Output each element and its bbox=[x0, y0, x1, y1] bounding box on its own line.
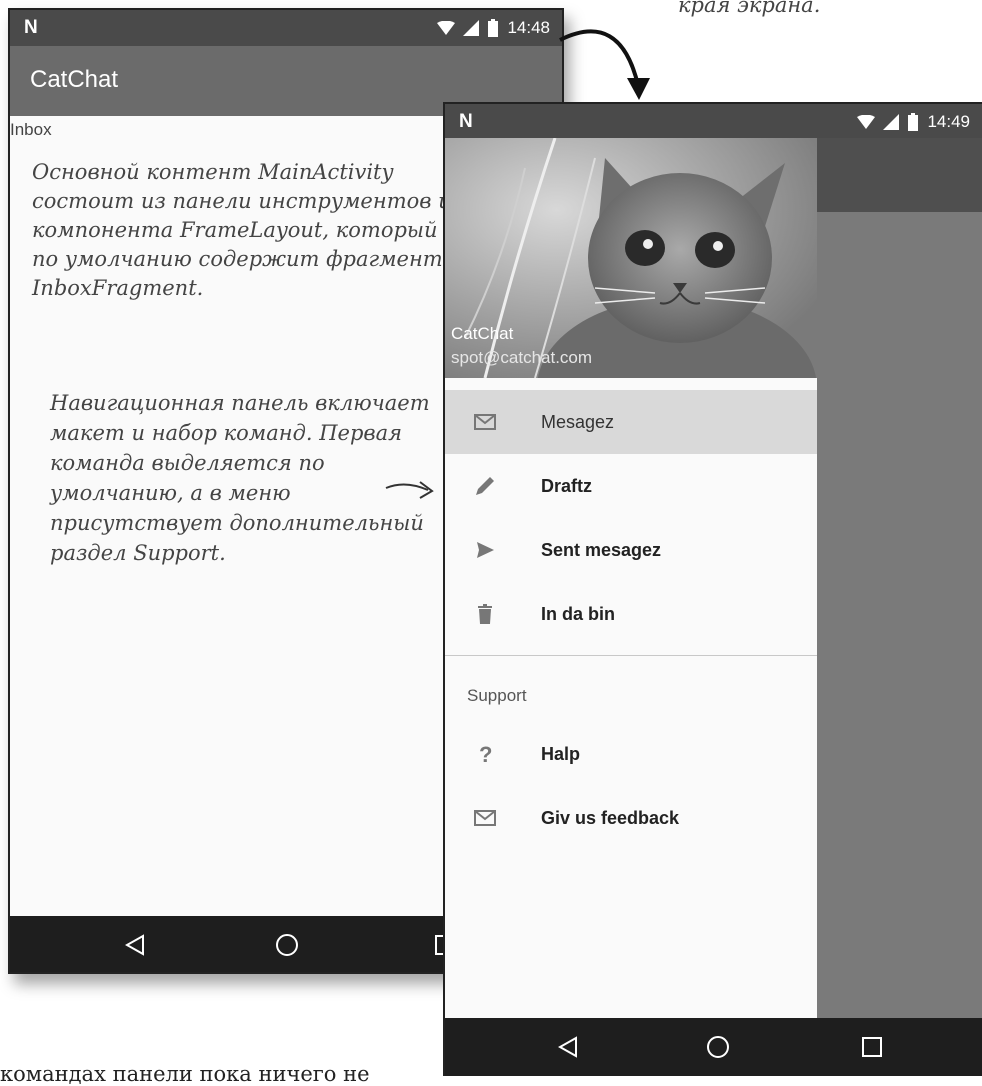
android-n-icon: N bbox=[459, 111, 473, 132]
menu-item-label: Sent mesagez bbox=[541, 539, 662, 560]
inbox-label: Inbox bbox=[10, 120, 52, 139]
send-icon bbox=[467, 532, 503, 568]
envelope-icon bbox=[467, 800, 503, 836]
home-icon bbox=[707, 1036, 729, 1058]
annotation-nav-panel: Навигационная панель включает макет и на… bbox=[50, 391, 430, 565]
status-bar: N 14:48 bbox=[10, 10, 562, 46]
home-button[interactable] bbox=[703, 1032, 733, 1062]
status-bar: N 14:49 bbox=[445, 104, 982, 138]
battery-icon bbox=[908, 113, 919, 131]
home-icon bbox=[276, 934, 298, 956]
status-time: 14:48 bbox=[507, 18, 550, 37]
battery-icon bbox=[488, 19, 499, 37]
menu-item-label: Halp bbox=[541, 743, 581, 764]
menu-item-mesagez[interactable]: Mesagez bbox=[445, 390, 817, 454]
status-time: 14:49 bbox=[927, 112, 970, 131]
home-button[interactable] bbox=[272, 930, 302, 960]
bottom-body-text: командах панели пока ничего не bbox=[0, 1062, 370, 1086]
menu-divider bbox=[445, 655, 817, 656]
menu-item-label: Draftz bbox=[541, 475, 593, 496]
phone-screen-right: N 14:49 CatChat spot@catchat.com Mesagez… bbox=[443, 102, 982, 1076]
envelope-icon bbox=[467, 404, 503, 440]
menu-item-in-da-bin[interactable]: In da bin bbox=[445, 582, 817, 646]
back-button[interactable] bbox=[553, 1032, 583, 1062]
recents-icon bbox=[862, 1037, 882, 1057]
toolbar-under-scrim bbox=[817, 138, 982, 212]
curved-arrow bbox=[559, 29, 640, 86]
back-button[interactable] bbox=[120, 930, 150, 960]
support-section-header: Support bbox=[467, 686, 527, 705]
svg-text:?: ? bbox=[479, 743, 492, 765]
drawer-scrim[interactable] bbox=[817, 212, 982, 1018]
trash-icon bbox=[467, 596, 503, 632]
wifi-icon bbox=[857, 115, 876, 129]
annotation-top: края экрана. bbox=[678, 0, 821, 17]
annotation-main-content: Основной контент MainActivity состоит из… bbox=[32, 160, 452, 300]
menu-item-label: Mesagez bbox=[541, 411, 615, 432]
drawer-header: CatChat spot@catchat.com bbox=[445, 138, 817, 378]
menu-item-sent-mesagez[interactable]: Sent mesagez bbox=[445, 518, 817, 582]
curved-arrow-head bbox=[627, 78, 650, 100]
back-icon bbox=[558, 1036, 577, 1058]
system-nav-bar bbox=[445, 1018, 982, 1076]
menu-item-feedback[interactable]: Giv us feedback bbox=[445, 786, 817, 850]
header-app-name: CatChat bbox=[451, 324, 514, 343]
header-email: spot@catchat.com bbox=[451, 348, 593, 367]
navigation-drawer: CatChat spot@catchat.com Mesagez Draftz … bbox=[445, 138, 817, 1018]
signal-icon bbox=[463, 20, 480, 36]
menu-item-halp[interactable]: ? Halp bbox=[445, 722, 817, 786]
help-icon: ? bbox=[467, 736, 503, 772]
back-icon bbox=[125, 934, 144, 956]
android-n-icon: N bbox=[24, 17, 38, 38]
recents-button[interactable] bbox=[857, 1032, 887, 1062]
menu-item-draftz[interactable]: Draftz bbox=[445, 454, 817, 518]
wifi-icon bbox=[437, 21, 456, 35]
menu-item-label: In da bin bbox=[541, 603, 615, 624]
app-title: CatChat bbox=[30, 66, 119, 93]
pencil-icon bbox=[467, 468, 503, 504]
signal-icon bbox=[883, 114, 900, 130]
menu-item-label: Giv us feedback bbox=[541, 807, 680, 828]
